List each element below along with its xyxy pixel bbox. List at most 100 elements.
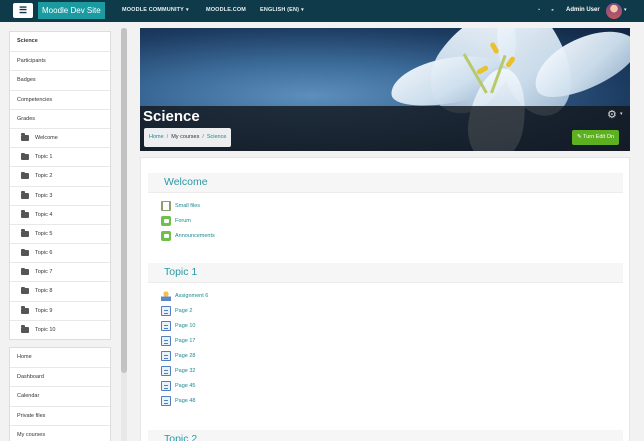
activity-label: Page 28 xyxy=(175,353,196,359)
page-icon xyxy=(161,336,171,346)
folder-icon xyxy=(21,210,29,218)
sidebar-item-label: Topic 10 xyxy=(35,326,56,333)
sidebar-item-welcome[interactable]: Welcome xyxy=(10,127,110,147)
sidebar-item-label: Welcome xyxy=(35,134,58,141)
folder-icon xyxy=(21,286,29,295)
hamburger-icon[interactable]: ☰ xyxy=(13,3,33,18)
folder-icon xyxy=(21,171,29,180)
assignment-icon xyxy=(161,291,171,301)
activity-label: Page 45 xyxy=(175,383,196,389)
sidebar-item-label: Topic 7 xyxy=(35,269,53,276)
sidebar-item-label: Science xyxy=(17,38,38,44)
folder-icon xyxy=(21,152,29,161)
folder-icon xyxy=(21,306,29,314)
sidebar: Science Participants Badges Competencies Gra… xyxy=(9,31,111,441)
breadcrumb-separator: / xyxy=(202,134,204,140)
turn-edit-on-label: Turn Edit On xyxy=(583,134,615,140)
sidebar-item-label: Topic 4 xyxy=(35,211,53,218)
sidebar-item-topic-3[interactable]: Topic 3 xyxy=(10,185,110,205)
folder-icon xyxy=(21,325,29,333)
forum-icon xyxy=(161,216,171,226)
chevron-down-icon: ▾ xyxy=(301,7,304,13)
breadcrumb-current[interactable]: Science xyxy=(207,134,227,140)
sidebar-item-dashboard[interactable]: Dashboard xyxy=(10,367,110,386)
sidebar-item-label: Calendar xyxy=(17,393,40,400)
sidebar-item-topic-2[interactable]: Topic 2 xyxy=(10,166,110,185)
activity-label: Page 10 xyxy=(175,323,196,329)
section-title[interactable]: Topic 2 xyxy=(164,433,197,441)
sidebar-item-my-courses[interactable]: My courses xyxy=(10,424,110,441)
section-title[interactable]: Welcome xyxy=(164,176,208,188)
nav-moodle-community[interactable]: MOODLE COMMUNITY ▾ xyxy=(122,0,189,22)
sidebar-item-badges[interactable]: Badges xyxy=(10,70,110,89)
chevron-down-icon[interactable]: ▾ xyxy=(620,111,623,117)
sidebar-item-topic-9[interactable]: Topic 9 xyxy=(10,300,110,320)
nav-moodle-com-label: MOODLE.COM xyxy=(206,7,246,13)
sidebar-item-label: Private files xyxy=(17,412,46,419)
sidebar-item-label: Topic 8 xyxy=(35,288,53,295)
sidebar-scrollbar-thumb[interactable] xyxy=(121,28,127,373)
course-content xyxy=(140,157,630,441)
page-icon xyxy=(161,351,171,361)
section-header xyxy=(148,263,623,283)
section-title[interactable]: Topic 1 xyxy=(164,266,197,278)
activity-label: Forum xyxy=(175,218,191,224)
sidebar-item-label: Grades xyxy=(17,115,36,122)
activity-label: Page 17 xyxy=(175,338,196,344)
folder-icon xyxy=(21,133,29,141)
top-navbar: ☰ Moodle Dev Site MOODLE COMMUNITY ▾ MOOD… xyxy=(0,0,644,22)
nav-moodle-com[interactable]: MOODLE.COM xyxy=(206,0,246,22)
page-icon xyxy=(161,321,171,331)
breadcrumb-home[interactable]: Home xyxy=(149,134,164,140)
forum-icon xyxy=(161,231,171,241)
page-icon xyxy=(161,396,171,406)
sidebar-item-topic-5[interactable]: Topic 5 xyxy=(10,223,110,243)
activity-label: Page 32 xyxy=(175,368,196,374)
activity-label: Assignment 6 xyxy=(175,293,209,299)
section-header xyxy=(148,173,623,193)
gear-icon[interactable]: ⚙ xyxy=(607,108,617,121)
site-name-link[interactable]: Moodle Dev Site xyxy=(38,2,105,19)
sidebar-item-label: Badges xyxy=(17,77,36,84)
sidebar-item-home[interactable]: Home xyxy=(10,348,110,367)
chat-icon[interactable]: ▪ xyxy=(548,6,557,15)
activity-label: Small files xyxy=(175,203,201,209)
sidebar-item-label: Topic 3 xyxy=(35,192,53,199)
activity-label: Announcements xyxy=(175,233,215,239)
sidebar-item-calendar[interactable]: Calendar xyxy=(10,386,110,405)
user-menu-name[interactable]: Admin User xyxy=(566,0,600,21)
sidebar-item-label: My courses xyxy=(17,431,46,438)
nav-language-label: ENGLISH (EN) xyxy=(260,7,300,13)
sidebar-item-topic-7[interactable]: Topic 7 xyxy=(10,262,110,281)
folder-icon xyxy=(21,267,29,276)
course-navigation-block: Science Participants Badges Competencies Gra… xyxy=(9,31,111,340)
sidebar-item-label: Dashboard xyxy=(17,374,44,381)
sidebar-item-topic-4[interactable]: Topic 4 xyxy=(10,204,110,224)
activity-label: Page 2 xyxy=(175,308,193,314)
sidebar-item-topic-6[interactable]: Topic 6 xyxy=(10,243,110,262)
activity-label: Page 48 xyxy=(175,398,196,404)
sidebar-item-private-files[interactable]: Private files xyxy=(10,405,110,425)
turn-edit-on-button[interactable]: ✎ Turn Edit On xyxy=(572,130,620,145)
sidebar-item-label: Home xyxy=(17,354,32,360)
sidebar-item-topic-8[interactable]: Topic 8 xyxy=(10,281,110,300)
sidebar-item-grades[interactable]: Grades xyxy=(10,108,110,128)
sidebar-item-participants[interactable]: Participants xyxy=(10,51,110,70)
avatar[interactable] xyxy=(606,3,622,19)
folder-icon xyxy=(21,229,29,237)
sidebar-item-topic-10[interactable]: Topic 10 xyxy=(10,319,110,339)
page-title: Science xyxy=(143,108,200,125)
bell-icon[interactable]: ◔ xyxy=(534,6,543,15)
nav-language[interactable]: ENGLISH (EN) ▾ xyxy=(260,0,304,22)
folder-icon xyxy=(21,191,29,199)
chevron-down-icon[interactable]: ▾ xyxy=(624,7,627,13)
sidebar-item-topic-1[interactable]: Topic 1 xyxy=(10,147,110,166)
sidebar-item-label: Topic 2 xyxy=(35,173,53,180)
page-icon xyxy=(161,306,171,316)
page-icon xyxy=(161,381,171,391)
sidebar-item-science[interactable]: Science xyxy=(10,32,110,51)
breadcrumb-my-courses[interactable]: My courses xyxy=(171,134,199,140)
chevron-down-icon: ▾ xyxy=(185,7,189,13)
page-icon xyxy=(161,366,171,376)
sidebar-item-competencies[interactable]: Competencies xyxy=(10,89,110,109)
